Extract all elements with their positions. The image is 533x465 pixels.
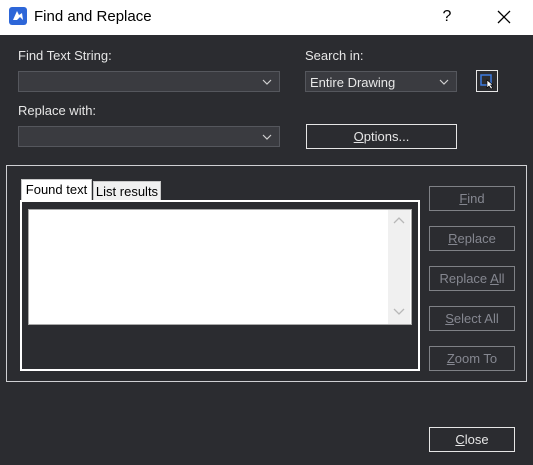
replace-mnemonic: R xyxy=(448,231,458,246)
search-in-select[interactable]: Entire Drawing xyxy=(305,71,457,92)
replace-with-combo[interactable] xyxy=(18,126,280,147)
found-text-area[interactable] xyxy=(28,209,412,325)
chevron-down-icon[interactable] xyxy=(261,76,273,88)
zoom-to-button[interactable]: Zoom To xyxy=(429,346,515,371)
replace-all-mnemonic: A xyxy=(490,271,499,286)
find-text-label: Find Text String: xyxy=(18,48,112,63)
replace-with-label: Replace with: xyxy=(18,103,97,118)
tab-list-results[interactable]: List results xyxy=(93,181,161,201)
close-window-button[interactable] xyxy=(492,5,516,29)
options-label-rest: ptions... xyxy=(363,129,410,144)
scroll-up-icon[interactable] xyxy=(393,216,405,224)
app-logo-icon xyxy=(9,7,27,25)
find-button[interactable]: Find xyxy=(429,186,515,211)
options-button[interactable]: Options... xyxy=(306,124,457,149)
find-text-combo[interactable] xyxy=(18,71,280,92)
scroll-down-icon[interactable] xyxy=(393,308,405,316)
chevron-down-icon[interactable] xyxy=(438,76,450,88)
title-bar: Find and Replace ? xyxy=(0,0,533,35)
select-objects-button[interactable] xyxy=(476,70,498,92)
close-label-rest: lose xyxy=(464,432,489,447)
replace-all-button[interactable]: Replace All xyxy=(429,266,515,291)
help-button[interactable]: ? xyxy=(436,6,458,28)
close-mnemonic: C xyxy=(455,432,465,447)
replace-button[interactable]: Replace xyxy=(429,226,515,251)
select-all-button[interactable]: Select All xyxy=(429,306,515,331)
search-in-label: Search in: xyxy=(305,48,364,63)
tab-found-text[interactable]: Found text xyxy=(21,179,92,202)
vertical-scrollbar[interactable] xyxy=(388,210,410,324)
zoom-to-mnemonic: Z xyxy=(446,351,455,366)
close-icon xyxy=(497,10,511,24)
window-title: Find and Replace xyxy=(34,8,152,25)
close-button[interactable]: Close xyxy=(429,427,515,452)
chevron-down-icon[interactable] xyxy=(261,131,273,143)
select-all-mnemonic: S xyxy=(445,311,454,326)
select-objects-icon xyxy=(480,74,494,90)
search-in-value: Entire Drawing xyxy=(310,75,396,90)
options-mnemonic: O xyxy=(353,129,364,144)
